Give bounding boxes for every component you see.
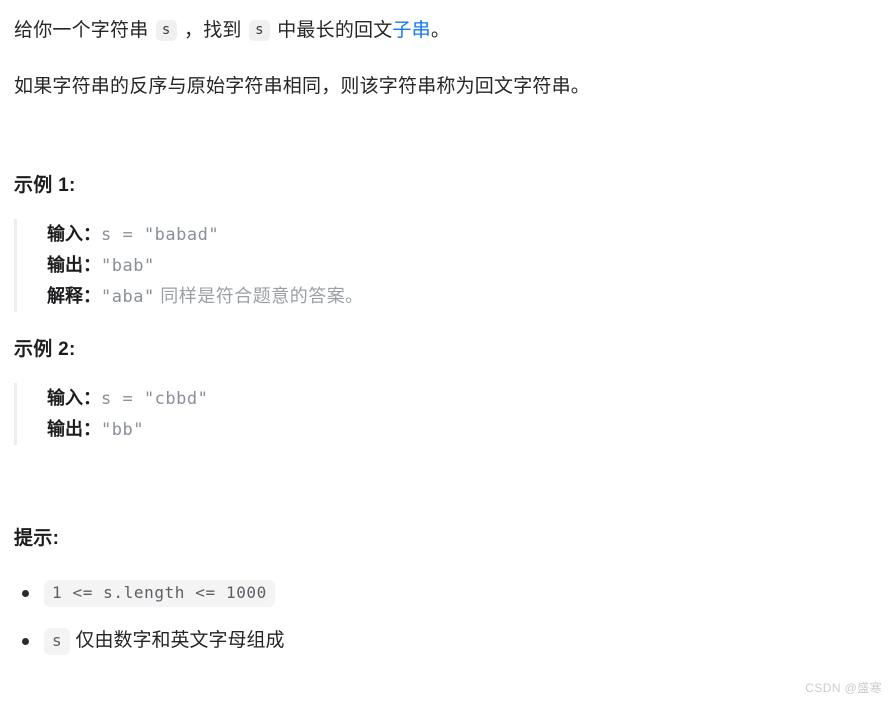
hint-text: 仅由数字和英文字母组成 <box>70 630 285 651</box>
csdn-watermark: CSDN @盛寒 <box>805 681 882 695</box>
example-row: 输入：s = "cbbd" <box>47 383 880 414</box>
intro-text-mid2: 中最长的回文 <box>271 20 393 41</box>
list-item: 1 <= s.length <= 1000 <box>14 578 880 608</box>
hints-list: 1 <= s.length <= 1000 s 仅由数字和英文字母组成 <box>14 578 880 656</box>
example-row-label: 输出： <box>47 419 101 439</box>
example-1-heading: 示例 1: <box>14 175 76 196</box>
example-row: 输入：s = "babad" <box>47 219 880 250</box>
example-row-label: 解释： <box>47 286 101 306</box>
intro-paragraph-1: 给你一个字符串 s ，找到 s 中最长的回文子串。 <box>14 16 880 46</box>
example-row-code: "aba" <box>101 287 155 307</box>
example-2-block: 输入：s = "cbbd" 输出："bb" <box>14 383 880 445</box>
example-row-label: 输出： <box>47 255 101 275</box>
intro-text-prefix: 给你一个字符串 <box>14 20 154 41</box>
inline-code-s-1: s <box>155 20 177 41</box>
example-2-heading: 示例 2: <box>14 339 76 360</box>
example-row-label: 输入： <box>47 388 101 408</box>
example-row-code: s = "cbbd" <box>101 389 209 409</box>
example-1-block: 输入：s = "babad" 输出："bab" 解释："aba" 同样是符合题意… <box>14 219 880 312</box>
bullet-icon <box>22 638 29 645</box>
inline-code-s-2: s <box>249 20 270 41</box>
example-row: 解释："aba" 同样是符合题意的答案。 <box>47 281 880 312</box>
example-row-label: 输入： <box>47 224 101 244</box>
example-row-code: "bab" <box>101 256 155 276</box>
example-row-note: 同样是符合题意的答案。 <box>154 286 364 306</box>
example-row-code: s = "babad" <box>101 225 220 245</box>
hint-code: s <box>44 628 71 655</box>
example-row: 输出："bab" <box>47 250 880 281</box>
example-row-code: "bb" <box>101 420 144 440</box>
problem-description: 给你一个字符串 s ，找到 s 中最长的回文子串。 如果字符串的反序与原始字符串… <box>0 0 894 656</box>
hint-code: 1 <= s.length <= 1000 <box>44 580 275 607</box>
intro-paragraph-2: 如果字符串的反序与原始字符串相同，则该字符串称为回文字符串。 <box>14 76 591 97</box>
bullet-icon <box>22 590 29 597</box>
example-row: 输出："bb" <box>47 414 880 445</box>
intro-text-mid: ，找到 <box>178 20 248 41</box>
intro-text-suffix: 。 <box>430 20 451 41</box>
list-item: s 仅由数字和英文字母组成 <box>14 626 880 656</box>
substring-link[interactable]: 子串 <box>392 20 430 41</box>
hints-heading: 提示: <box>14 528 60 549</box>
